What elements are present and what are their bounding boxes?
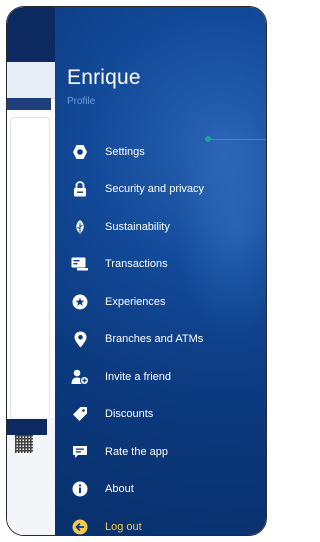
menu-item-security-privacy[interactable]: Security and privacy <box>55 171 266 209</box>
menu-label-experiences: Experiences <box>105 295 166 308</box>
drawer-menu: Settings Security and privacy Sustainabi… <box>55 133 266 535</box>
star-badge-icon <box>71 293 89 311</box>
menu-label-log-out: Log out <box>105 520 142 533</box>
menu-label-about: About <box>105 483 134 496</box>
background-top-bar <box>7 7 55 62</box>
menu-item-discounts[interactable]: Discounts <box>55 396 266 434</box>
menu-label-sustainability: Sustainability <box>105 220 170 233</box>
menu-item-transactions[interactable]: Transactions <box>55 246 266 284</box>
transactions-icon <box>71 255 89 273</box>
background-bottom-strip <box>7 419 47 435</box>
background-header <box>7 62 55 99</box>
side-menu-drawer: Enrique Profile Settings Security and pr… <box>55 7 266 535</box>
background-screen-peek <box>7 7 55 535</box>
background-dark-strip <box>7 98 51 110</box>
menu-item-sustainability[interactable]: Sustainability <box>55 208 266 246</box>
menu-label-security-privacy: Security and privacy <box>105 183 205 196</box>
menu-label-discounts: Discounts <box>105 408 154 421</box>
background-qr-icon <box>15 435 33 453</box>
logout-arrow-icon <box>71 518 89 535</box>
user-name: Enrique <box>67 66 141 89</box>
annotation-pointer-line <box>208 139 266 140</box>
background-card <box>10 117 50 419</box>
menu-item-about[interactable]: About <box>55 471 266 509</box>
menu-label-invite-friend: Invite a friend <box>105 370 172 383</box>
add-person-icon <box>71 368 89 386</box>
menu-label-branches-atms: Branches and ATMs <box>105 333 204 346</box>
menu-label-transactions: Transactions <box>105 258 168 271</box>
tag-icon <box>71 405 89 423</box>
menu-item-log-out[interactable]: Log out <box>55 508 266 535</box>
menu-item-branches-atms[interactable]: Branches and ATMs <box>55 321 266 359</box>
annotation-pointer-dot <box>205 136 211 142</box>
phone-frame: Enrique Profile Settings Security and pr… <box>6 6 267 536</box>
gear-icon <box>71 143 89 161</box>
rate-message-icon <box>71 443 89 461</box>
section-label-profile: Profile <box>67 96 96 107</box>
menu-item-experiences[interactable]: Experiences <box>55 283 266 321</box>
info-icon <box>71 480 89 498</box>
location-pin-icon <box>71 330 89 348</box>
menu-item-invite-friend[interactable]: Invite a friend <box>55 358 266 396</box>
menu-label-settings: Settings <box>105 145 145 158</box>
menu-item-rate-app[interactable]: Rate the app <box>55 433 266 471</box>
leaf-icon <box>71 218 89 236</box>
menu-label-rate-app: Rate the app <box>105 445 168 458</box>
lock-icon <box>71 180 89 198</box>
